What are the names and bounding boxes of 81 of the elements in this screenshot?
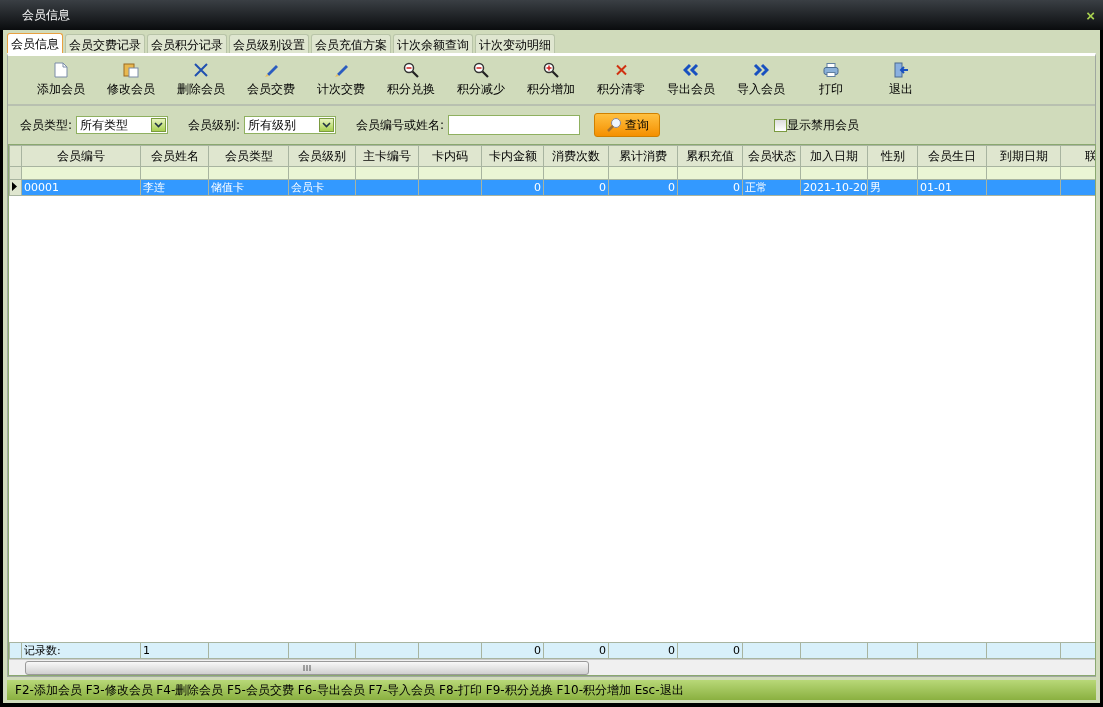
toolbar-button[interactable]: 积分清零 — [586, 60, 656, 104]
column-header[interactable]: 会员编号 — [21, 145, 141, 167]
column-header[interactable]: 会员类型 — [208, 145, 289, 167]
table-cell: 01-01 — [920, 181, 952, 194]
filter-label: 会员级别: — [188, 116, 241, 134]
toolbar-button[interactable]: 添加会员 — [26, 60, 96, 104]
filter-label: 会员类型: — [20, 116, 73, 134]
document-icon — [54, 62, 68, 78]
double-chevron-left-icon — [683, 62, 699, 78]
table-cell: 储值卡 — [211, 181, 244, 194]
toolbar-button[interactable]: 会员交费 — [236, 60, 306, 104]
tab[interactable]: 计次余额查询 — [393, 34, 473, 53]
current-row-icon — [12, 182, 17, 191]
cross-icon — [615, 62, 627, 78]
tab[interactable]: 会员积分记录 — [147, 34, 227, 53]
table-cell: 0 — [534, 181, 541, 194]
magnifier-icon — [473, 62, 489, 78]
table-cell: 0 — [733, 181, 740, 194]
column-header[interactable]: 到期日期 — [986, 145, 1061, 167]
column-header[interactable]: 累积充值 — [677, 145, 743, 167]
table-cell: 正常 — [745, 181, 767, 194]
filter-label: 会员编号或姓名: — [356, 116, 445, 134]
table-cell: 00001 — [24, 181, 59, 194]
total-cell: 0 — [599, 644, 606, 657]
magnifier-icon — [403, 62, 419, 78]
column-header[interactable]: 消费次数 — [543, 145, 609, 167]
toolbar-button[interactable]: 计次交费 — [306, 60, 376, 104]
pen-icon — [333, 62, 349, 78]
record-count-label: 记录数: — [24, 644, 61, 657]
column-header[interactable]: 会员级别 — [288, 145, 356, 167]
table-cell: 0 — [668, 181, 675, 194]
toolbar-button[interactable]: 导入会员 — [726, 60, 796, 104]
column-header[interactable]: 会员状态 — [742, 145, 801, 167]
table-cell: 会员卡 — [291, 181, 324, 194]
column-header[interactable]: 主卡编号 — [355, 145, 419, 167]
toolbar-button[interactable]: 积分减少 — [446, 60, 516, 104]
column-header[interactable]: 加入日期 — [800, 145, 868, 167]
toolbar-button[interactable]: 积分兑换 — [376, 60, 446, 104]
grip-icon — [303, 665, 311, 671]
pen-icon — [263, 62, 279, 78]
search-field[interactable] — [448, 115, 581, 135]
toolbar-button[interactable]: 删除会员 — [166, 60, 236, 104]
tab[interactable]: 会员级别设置 — [229, 34, 309, 53]
record-count: 1 — [143, 644, 150, 657]
scrollbar-thumb[interactable] — [25, 661, 589, 675]
total-cell: 0 — [733, 644, 740, 657]
window-title: 会员信息 — [22, 6, 70, 24]
toolbar-button[interactable]: 积分增加 — [516, 60, 586, 104]
toolbar-button[interactable]: 修改会员 — [96, 60, 166, 104]
toolbar-button[interactable]: 导出会员 — [656, 60, 726, 104]
double-chevron-right-icon — [753, 62, 769, 78]
table-cell: 男 — [870, 181, 881, 194]
checkbox[interactable] — [774, 118, 788, 132]
table-cell: 李连 — [143, 181, 165, 194]
column-header[interactable]: 会员姓名 — [140, 145, 209, 167]
query-button[interactable]: 查询 — [594, 113, 661, 137]
column-header[interactable]: 累计消费 — [608, 145, 678, 167]
tab[interactable]: 会员充值方案 — [311, 34, 391, 53]
column-header[interactable]: 性别 — [867, 145, 918, 167]
table-cell: 2021-10-20 — [803, 181, 867, 194]
column-header[interactable]: 卡内码 — [418, 145, 482, 167]
clipboard-icon — [123, 62, 139, 78]
shortcut-hints: F2-添加会员 F3-修改会员 F4-删除会员 F5-会员交费 F6-导出会员 F7-导入会员 F8-打印 F9-积分兑换 F10-积分增加 Esc-退出 — [15, 681, 684, 699]
level-dropdown[interactable]: 所有级别 — [244, 116, 337, 134]
toolbar-button[interactable]: 打印 — [796, 60, 866, 104]
column-header[interactable]: 会员生日 — [917, 145, 987, 167]
column-header[interactable]: 卡内金额 — [481, 145, 544, 167]
total-cell: 0 — [668, 644, 675, 657]
tab[interactable]: 计次变动明细 — [475, 34, 555, 53]
total-cell: 0 — [534, 644, 541, 657]
table-cell: 0 — [599, 181, 606, 194]
tab[interactable]: 会员交费记录 — [65, 34, 145, 53]
magnifier-icon — [543, 62, 559, 78]
tab[interactable]: 会员信息 — [7, 33, 63, 53]
close-button[interactable]: × — [1086, 6, 1095, 24]
exit-door-icon — [893, 62, 909, 78]
search-icon — [605, 117, 622, 133]
type-dropdown[interactable]: 所有类型 — [76, 116, 169, 134]
toolbar-button[interactable]: 退出 — [866, 60, 936, 104]
printer-icon — [823, 62, 839, 78]
cross-icon — [194, 62, 208, 78]
